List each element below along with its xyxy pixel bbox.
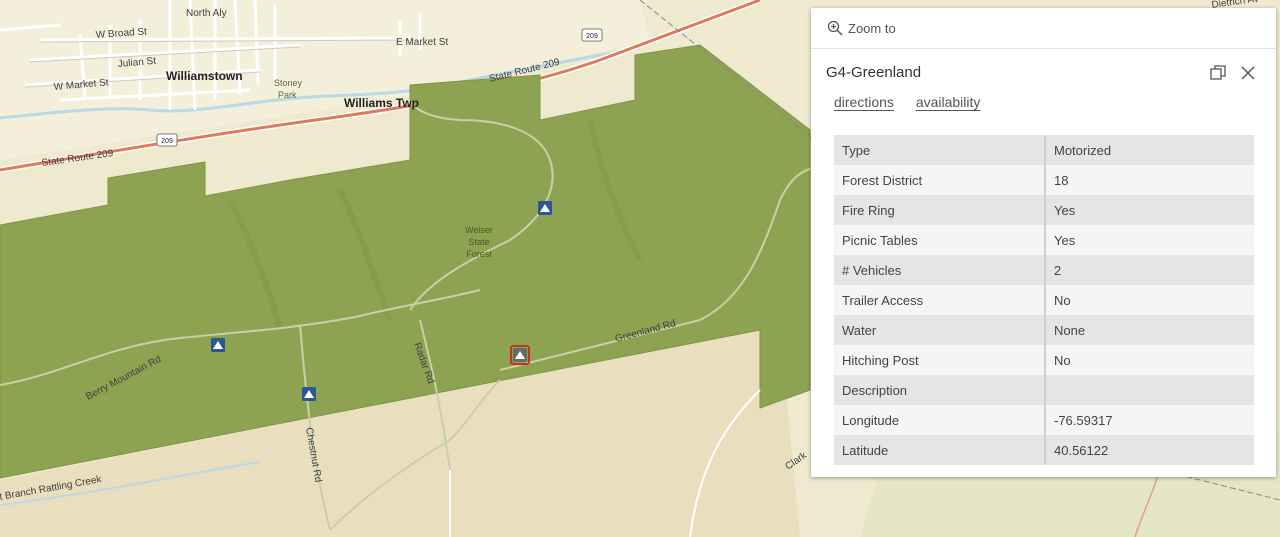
route-shield-209-west: 209 xyxy=(156,133,178,147)
close-icon xyxy=(1241,66,1255,80)
zoom-in-icon xyxy=(827,20,843,36)
dock-icon xyxy=(1210,65,1226,80)
table-row: Picnic Tables Yes xyxy=(834,225,1254,255)
campsite-marker[interactable] xyxy=(302,387,316,401)
town-label-williamstown: Williamstown xyxy=(166,69,243,83)
park-label-line1: Stoney xyxy=(274,78,303,88)
forest-label-line1: Weiser xyxy=(465,225,493,235)
attribute-value: No xyxy=(1045,285,1254,315)
zoom-to-label: Zoom to xyxy=(848,20,896,36)
attribute-value: 2 xyxy=(1045,255,1254,285)
zoom-to-action[interactable]: Zoom to xyxy=(811,8,1276,49)
attribute-table: Type Motorized Forest District 18 Fire Ring Y… xyxy=(834,135,1254,465)
attribute-value: Motorized xyxy=(1045,135,1254,165)
attribute-key: # Vehicles xyxy=(834,255,1046,285)
table-row: # Vehicles 2 xyxy=(834,255,1254,285)
forest-label-line3: Forest xyxy=(466,249,492,259)
popup-links: directions availability xyxy=(834,94,998,110)
town-label-williams-twp: Williams Twp xyxy=(344,96,419,110)
route-shield-209-east: 209 xyxy=(581,28,603,42)
attribute-key: Description xyxy=(834,375,1046,405)
attribute-value: 18 xyxy=(1045,165,1254,195)
attribute-key: Trailer Access xyxy=(834,285,1046,315)
svg-text:209: 209 xyxy=(586,33,598,40)
table-row: Description xyxy=(834,375,1254,405)
campsite-marker[interactable] xyxy=(538,201,552,215)
attribute-key: Picnic Tables xyxy=(834,225,1046,255)
attribute-value: Yes xyxy=(1045,195,1254,225)
attribute-value: 40.56122 xyxy=(1045,435,1254,465)
popup-header: G4-Greenland xyxy=(826,63,1264,85)
table-row: Water None xyxy=(834,315,1254,345)
attribute-key: Hitching Post xyxy=(834,345,1046,375)
attribute-key: Forest District xyxy=(834,165,1046,195)
directions-link[interactable]: directions xyxy=(834,94,894,110)
attribute-key: Type xyxy=(834,135,1046,165)
campsite-marker[interactable] xyxy=(211,338,225,352)
feature-popup: Zoom to G4-Greenland directions availabi… xyxy=(811,8,1276,477)
table-row: Longitude -76.59317 xyxy=(834,405,1254,435)
table-row: Hitching Post No xyxy=(834,345,1254,375)
table-row: Forest District 18 xyxy=(834,165,1254,195)
table-row: Type Motorized xyxy=(834,135,1254,165)
close-button[interactable] xyxy=(1238,63,1258,83)
table-row: Fire Ring Yes xyxy=(834,195,1254,225)
attribute-value xyxy=(1045,375,1254,405)
attribute-key: Fire Ring xyxy=(834,195,1046,225)
attribute-value: -76.59317 xyxy=(1045,405,1254,435)
park-label-line2: Park xyxy=(278,90,297,100)
attribute-key: Latitude xyxy=(834,435,1046,465)
svg-text:209: 209 xyxy=(161,138,173,145)
street-label-e-market-st: E Market St xyxy=(396,37,448,48)
street-label-north-aly: North Aly xyxy=(186,8,227,19)
availability-link[interactable]: availability xyxy=(916,94,981,110)
table-row: Trailer Access No xyxy=(834,285,1254,315)
dock-button[interactable] xyxy=(1208,63,1228,83)
campsite-marker-selected[interactable] xyxy=(510,345,530,365)
attribute-value: None xyxy=(1045,315,1254,345)
attribute-value: Yes xyxy=(1045,225,1254,255)
attribute-key: Longitude xyxy=(834,405,1046,435)
attribute-value: No xyxy=(1045,345,1254,375)
table-row: Latitude 40.56122 xyxy=(834,435,1254,465)
forest-label-line2: State xyxy=(468,237,489,247)
attribute-key: Water xyxy=(834,315,1046,345)
popup-title: G4-Greenland xyxy=(826,64,922,81)
